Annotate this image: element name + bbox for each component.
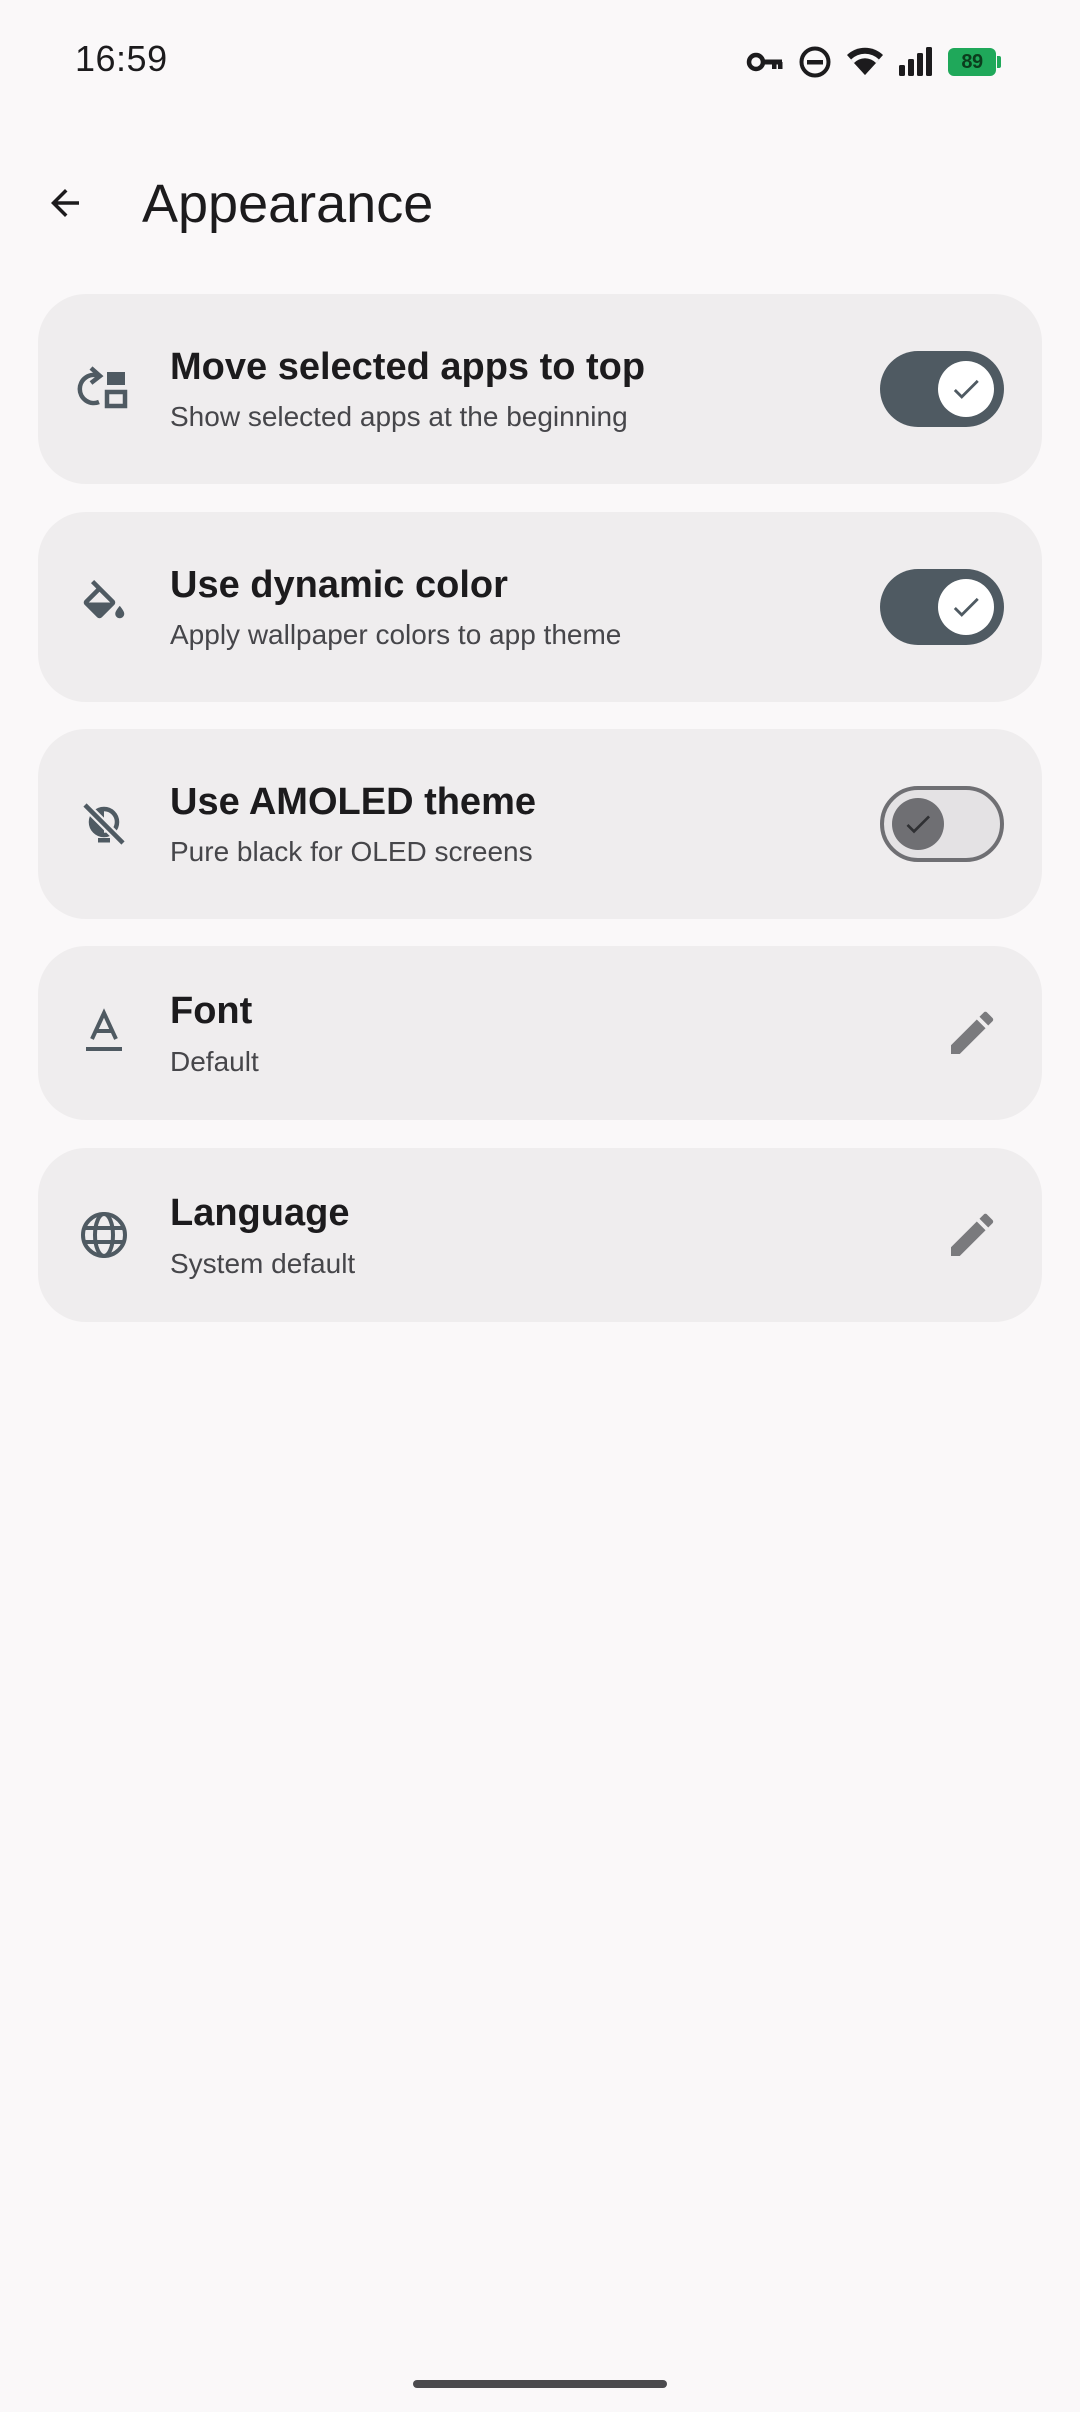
setting-subtitle: Apply wallpaper colors to app theme: [170, 619, 622, 650]
amoled-toggle[interactable]: [880, 786, 1004, 862]
battery-level: 89: [948, 48, 996, 76]
check-icon: [953, 379, 979, 399]
check-icon: [906, 815, 930, 834]
check-icon: [953, 597, 979, 617]
paint-bucket-icon: [76, 579, 132, 635]
move-to-top-icon: [76, 361, 132, 417]
setting-title: Move selected apps to top: [170, 346, 646, 388]
gesture-navigation-handle[interactable]: [413, 2380, 667, 2388]
switch-thumb: [938, 361, 994, 417]
setting-font[interactable]: Font Default: [38, 946, 1042, 1120]
status-bar: 16:59 89: [0, 0, 1080, 126]
setting-move-selected-apps[interactable]: Move selected apps to top Show selected …: [38, 294, 1042, 484]
setting-value: System default: [170, 1248, 356, 1279]
app-bar: Appearance: [0, 140, 1080, 266]
setting-dynamic-color[interactable]: Use dynamic color Apply wallpaper colors…: [38, 512, 1042, 702]
dnd-icon: [798, 45, 832, 79]
battery-tip: [997, 56, 1001, 68]
setting-title: Use AMOLED theme: [170, 781, 536, 823]
status-time: 16:59: [75, 38, 168, 79]
battery-indicator: 89: [948, 47, 1002, 77]
contrast-off-icon: [76, 796, 132, 852]
signal-icon: [898, 47, 934, 77]
edit-font-button[interactable]: [940, 1001, 1004, 1065]
vpn-key-icon: [746, 48, 784, 76]
setting-amoled-theme[interactable]: Use AMOLED theme Pure black for OLED scr…: [38, 729, 1042, 919]
edit-language-button[interactable]: [940, 1203, 1004, 1267]
globe-icon: [76, 1207, 132, 1263]
switch-thumb: [938, 579, 994, 635]
status-icons: 89: [746, 44, 1002, 80]
setting-language[interactable]: Language System default: [38, 1148, 1042, 1322]
switch-thumb: [892, 798, 944, 850]
edit-pencil-icon: [951, 1213, 994, 1256]
setting-value: Default: [170, 1046, 259, 1077]
move-selected-toggle[interactable]: [880, 351, 1004, 427]
edit-pencil-icon: [951, 1011, 994, 1054]
setting-subtitle: Pure black for OLED screens: [170, 836, 533, 867]
dynamic-color-toggle[interactable]: [880, 569, 1004, 645]
arrow-back-icon: [51, 189, 79, 217]
page-title: Appearance: [142, 174, 434, 234]
setting-title: Font: [170, 990, 253, 1032]
font-icon: [76, 1005, 132, 1061]
back-button[interactable]: [30, 168, 100, 238]
setting-subtitle: Show selected apps at the beginning: [170, 401, 628, 432]
wifi-icon: [846, 47, 884, 77]
setting-title: Use dynamic color: [170, 564, 508, 606]
setting-title: Language: [170, 1192, 350, 1234]
